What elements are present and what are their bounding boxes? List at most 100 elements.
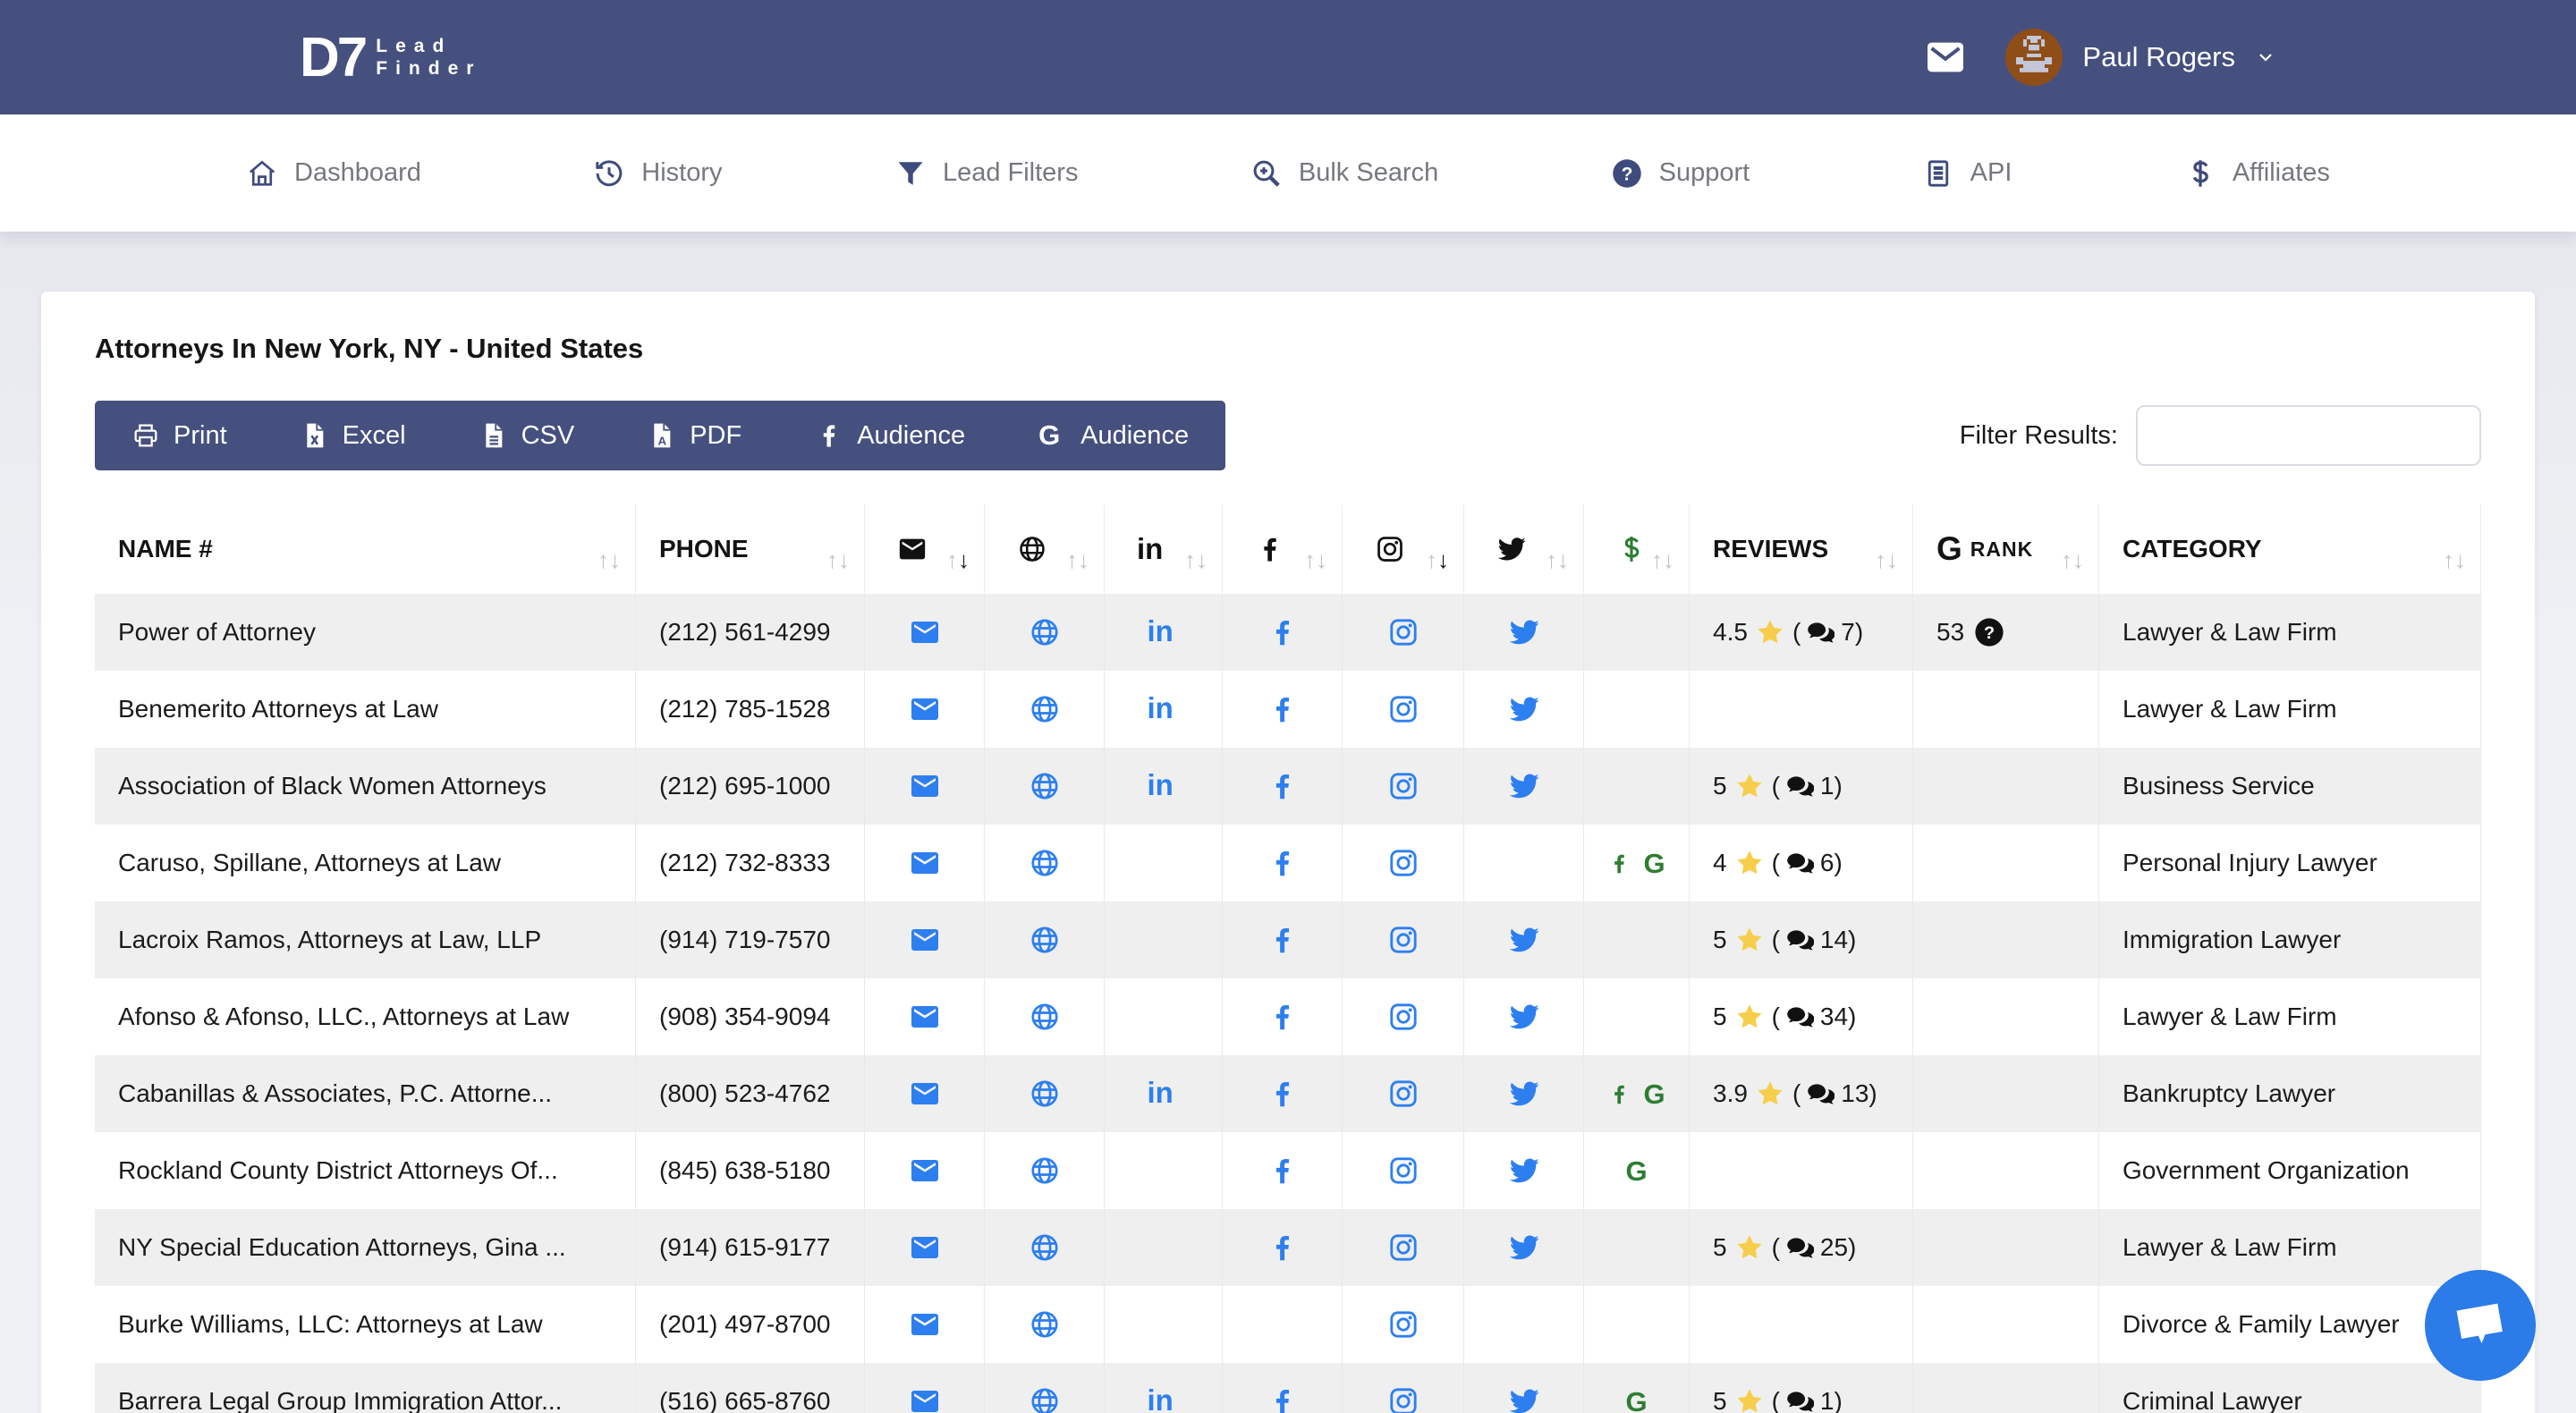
website-link-icon[interactable]: [1029, 1078, 1061, 1110]
email-link-icon[interactable]: [909, 924, 941, 956]
facebook-ads-icon[interactable]: [1607, 1082, 1631, 1106]
twitter-link-icon[interactable]: [1508, 1078, 1540, 1110]
instagram-link-icon[interactable]: [1387, 770, 1419, 802]
google-ads-icon[interactable]: G: [1625, 1388, 1647, 1413]
facebook-link-icon[interactable]: [1267, 1231, 1299, 1264]
grank-help-icon[interactable]: ?: [1974, 617, 2004, 647]
email-link-icon[interactable]: [909, 616, 941, 648]
email-link-icon[interactable]: [909, 847, 941, 879]
google-audience-button[interactable]: GAudience: [1002, 401, 1225, 470]
print-button[interactable]: Print: [95, 401, 264, 470]
pdf-button[interactable]: APDF: [611, 401, 778, 470]
website-cell: [985, 1286, 1105, 1363]
user-menu[interactable]: Paul Rogers: [2005, 29, 2276, 86]
email-link-icon[interactable]: [909, 1155, 941, 1187]
linkedin-link-icon[interactable]: in: [1148, 616, 1180, 648]
column-header-category[interactable]: CATEGORY↑↓: [2099, 504, 2481, 594]
website-link-icon[interactable]: [1029, 1155, 1061, 1187]
column-header-grank[interactable]: GRANK↑↓: [1913, 504, 2099, 594]
nav-item-lead-filters[interactable]: Lead Filters: [894, 157, 1079, 190]
facebook-cell: [1223, 1055, 1343, 1132]
facebook-link-icon[interactable]: [1267, 1385, 1299, 1413]
twitter-link-icon[interactable]: [1508, 924, 1540, 956]
website-link-icon[interactable]: [1029, 1001, 1061, 1033]
instagram-link-icon[interactable]: [1387, 1001, 1419, 1033]
linkedin-link-icon[interactable]: in: [1148, 1385, 1180, 1413]
facebook-link-icon[interactable]: [1267, 693, 1299, 725]
email-link-icon[interactable]: [909, 693, 941, 725]
email-link-icon[interactable]: [909, 770, 941, 802]
website-link-icon[interactable]: [1029, 770, 1061, 802]
instagram-link-icon[interactable]: [1387, 693, 1419, 725]
website-link-icon[interactable]: [1029, 1231, 1061, 1264]
nav-item-api[interactable]: API: [1922, 157, 2012, 190]
google-ads-icon[interactable]: G: [1643, 850, 1665, 877]
instagram-link-icon[interactable]: [1387, 1078, 1419, 1110]
excel-button[interactable]: Excel: [264, 401, 443, 470]
instagram-link-icon[interactable]: [1387, 1385, 1419, 1413]
column-header-ads[interactable]: ↑↓: [1584, 504, 1690, 594]
google-ads-icon[interactable]: G: [1625, 1157, 1647, 1185]
twitter-link-icon[interactable]: [1508, 1385, 1540, 1413]
column-header-facebook[interactable]: ↑↓: [1223, 504, 1343, 594]
twitter-link-icon[interactable]: [1508, 1001, 1540, 1033]
nav-item-affiliates[interactable]: Affiliates: [2184, 157, 2330, 190]
facebook-cell: [1223, 671, 1343, 748]
instagram-link-icon[interactable]: [1387, 616, 1419, 648]
instagram-link-icon[interactable]: [1387, 924, 1419, 956]
chat-widget-button[interactable]: [2425, 1270, 2536, 1381]
nav-item-bulk-search[interactable]: Bulk Search: [1250, 157, 1438, 190]
website-link-icon[interactable]: [1029, 1385, 1061, 1413]
nav-item-history[interactable]: History: [593, 157, 722, 190]
website-link-icon[interactable]: [1029, 1308, 1061, 1341]
user-avatar[interactable]: [2005, 29, 2063, 86]
email-link-icon[interactable]: [909, 1001, 941, 1033]
column-header-phone[interactable]: PHONE↑↓: [636, 504, 865, 594]
website-link-icon[interactable]: [1029, 616, 1061, 648]
twitter-link-icon[interactable]: [1508, 616, 1540, 648]
facebook-audience-button[interactable]: Audience: [778, 401, 1002, 470]
linkedin-link-icon[interactable]: in: [1148, 770, 1180, 802]
facebook-link-icon[interactable]: [1267, 770, 1299, 802]
nav-item-dashboard[interactable]: Dashboard: [246, 157, 421, 190]
facebook-link-icon[interactable]: [1267, 1155, 1299, 1187]
linkedin-link-icon[interactable]: in: [1148, 693, 1180, 725]
column-header-linkedin[interactable]: in↑↓: [1105, 504, 1223, 594]
linkedin-cell: in: [1105, 671, 1223, 748]
facebook-link-icon[interactable]: [1267, 924, 1299, 956]
column-header-instagram[interactable]: ↑↓: [1343, 504, 1464, 594]
column-header-twitter[interactable]: ↑↓: [1464, 504, 1584, 594]
facebook-link-icon[interactable]: [1267, 847, 1299, 879]
email-link-icon[interactable]: [909, 1385, 941, 1413]
d7-lead-finder-logo[interactable]: D7 Lead Finder: [300, 26, 481, 89]
twitter-link-icon[interactable]: [1508, 770, 1540, 802]
email-icon: [897, 534, 928, 564]
facebook-ads-icon[interactable]: [1607, 851, 1631, 876]
column-header-reviews[interactable]: REVIEWS↑↓: [1690, 504, 1913, 594]
website-link-icon[interactable]: [1029, 924, 1061, 956]
instagram-link-icon[interactable]: [1387, 1231, 1419, 1264]
column-header-website[interactable]: ↑↓: [985, 504, 1105, 594]
facebook-link-icon[interactable]: [1267, 616, 1299, 648]
instagram-link-icon[interactable]: [1387, 1155, 1419, 1187]
website-link-icon[interactable]: [1029, 693, 1061, 725]
instagram-link-icon[interactable]: [1387, 1308, 1419, 1341]
column-header-email[interactable]: ↑↓: [865, 504, 985, 594]
facebook-link-icon[interactable]: [1267, 1001, 1299, 1033]
twitter-link-icon[interactable]: [1508, 1231, 1540, 1264]
website-link-icon[interactable]: [1029, 847, 1061, 879]
email-link-icon[interactable]: [909, 1078, 941, 1110]
csv-button[interactable]: CSV: [443, 401, 612, 470]
email-link-icon[interactable]: [909, 1308, 941, 1341]
filter-input[interactable]: [2136, 405, 2481, 466]
twitter-link-icon[interactable]: [1508, 1155, 1540, 1187]
twitter-link-icon[interactable]: [1508, 693, 1540, 725]
column-header-name[interactable]: NAME #↑↓: [95, 504, 636, 594]
google-ads-icon[interactable]: G: [1643, 1080, 1665, 1108]
facebook-link-icon[interactable]: [1267, 1078, 1299, 1110]
nav-item-support[interactable]: ?Support: [1611, 157, 1750, 190]
instagram-link-icon[interactable]: [1387, 847, 1419, 879]
linkedin-link-icon[interactable]: in: [1148, 1078, 1180, 1110]
messages-icon[interactable]: [1925, 39, 1966, 75]
email-link-icon[interactable]: [909, 1231, 941, 1264]
